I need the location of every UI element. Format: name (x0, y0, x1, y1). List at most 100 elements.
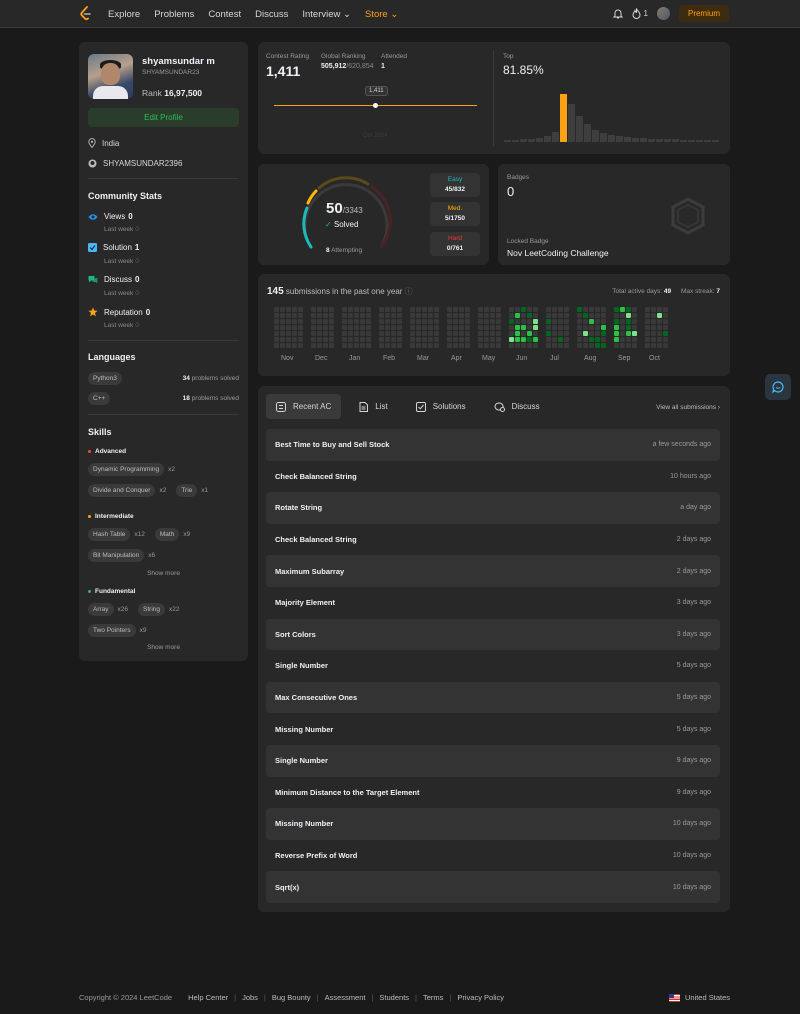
heatmap-cell[interactable] (292, 343, 297, 348)
heatmap-cell[interactable] (496, 319, 501, 324)
skill-tag[interactable]: Divide and Conquer (88, 484, 156, 497)
heatmap-cell[interactable] (274, 307, 279, 312)
heatmap-cell[interactable] (496, 325, 501, 330)
heatmap-cell[interactable] (447, 331, 452, 336)
heatmap-cell[interactable] (298, 319, 303, 324)
list-item[interactable]: Sort Colors 3 days ago (266, 618, 720, 651)
heatmap-cell[interactable] (626, 331, 631, 336)
heatmap-cell[interactable] (329, 337, 334, 342)
heatmap-cell[interactable] (379, 331, 384, 336)
heatmap-cell[interactable] (509, 337, 514, 342)
heatmap-cell[interactable] (280, 313, 285, 318)
histogram-bar[interactable] (568, 104, 575, 142)
heatmap-cell[interactable] (354, 313, 359, 318)
heatmap-cell[interactable] (317, 319, 322, 324)
edit-profile-button[interactable]: Edit Profile (88, 108, 239, 127)
heatmap-cell[interactable] (583, 307, 588, 312)
heatmap-cell[interactable] (323, 319, 328, 324)
heatmap-cell[interactable] (317, 313, 322, 318)
tab-solutions[interactable]: Solutions (406, 394, 476, 419)
heatmap-cell[interactable] (274, 325, 279, 330)
heatmap-cell[interactable] (465, 343, 470, 348)
heatmap-cell[interactable] (614, 313, 619, 318)
heatmap-cell[interactable] (434, 307, 439, 312)
heatmap-cell[interactable] (434, 331, 439, 336)
heatmap-cell[interactable] (583, 337, 588, 342)
histogram-bar[interactable] (680, 140, 687, 142)
heatmap-cell[interactable] (379, 313, 384, 318)
heatmap-cell[interactable] (410, 325, 415, 330)
locked-badge-icon[interactable] (670, 197, 706, 235)
heatmap-cell[interactable] (410, 337, 415, 342)
heatmap-cell[interactable] (558, 337, 563, 342)
heatmap-cell[interactable] (453, 337, 458, 342)
heatmap-cell[interactable] (546, 337, 551, 342)
country-selector[interactable]: United States (668, 993, 730, 1002)
heatmap-cell[interactable] (416, 343, 421, 348)
heatmap-cell[interactable] (428, 337, 433, 342)
heatmap-cell[interactable] (546, 343, 551, 348)
histogram-bar[interactable] (504, 140, 511, 142)
heatmap-cell[interactable] (651, 313, 656, 318)
heatmap-cell[interactable] (509, 319, 514, 324)
heatmap-cell[interactable] (391, 313, 396, 318)
heatmap-cell[interactable] (632, 319, 637, 324)
heatmap-cell[interactable] (366, 343, 371, 348)
heatmap-cell[interactable] (447, 337, 452, 342)
heatmap-cell[interactable] (533, 325, 538, 330)
heatmap-cell[interactable] (360, 337, 365, 342)
problem-title[interactable]: Missing Number (275, 725, 333, 734)
heatmap-cell[interactable] (447, 313, 452, 318)
heatmap-cell[interactable] (564, 319, 569, 324)
heatmap-cell[interactable] (434, 319, 439, 324)
heatmap-cell[interactable] (428, 325, 433, 330)
heatmap-cell[interactable] (397, 319, 402, 324)
heatmap-cell[interactable] (329, 319, 334, 324)
heatmap-cell[interactable] (589, 337, 594, 342)
heatmap-cell[interactable] (620, 319, 625, 324)
heatmap-cell[interactable] (434, 325, 439, 330)
heatmap-cell[interactable] (459, 319, 464, 324)
heatmap-cell[interactable] (620, 337, 625, 342)
histogram-bar[interactable] (544, 136, 551, 142)
heatmap-cell[interactable] (274, 343, 279, 348)
problem-title[interactable]: Reverse Prefix of Word (275, 851, 357, 860)
heatmap-cell[interactable] (453, 325, 458, 330)
heatmap-cell[interactable] (546, 325, 551, 330)
heatmap-cell[interactable] (601, 331, 606, 336)
heatmap-cell[interactable] (663, 337, 668, 342)
histogram-bar[interactable] (640, 138, 647, 142)
heatmap-cell[interactable] (478, 325, 483, 330)
histogram-bar[interactable] (704, 140, 711, 142)
difficulty-hard[interactable]: Hard 0/761 (430, 232, 480, 256)
histogram-bar[interactable] (648, 139, 655, 142)
histogram-bar[interactable] (576, 116, 583, 142)
heatmap-cell[interactable] (286, 343, 291, 348)
list-item[interactable]: Check Balanced String 2 days ago (266, 524, 720, 556)
heatmap-cell[interactable] (428, 343, 433, 348)
heatmap-cell[interactable] (434, 343, 439, 348)
histogram-bar[interactable] (656, 139, 663, 142)
heatmap-cell[interactable] (323, 313, 328, 318)
problem-title[interactable]: Single Number (275, 756, 328, 765)
heatmap-cell[interactable] (583, 331, 588, 336)
heatmap-cell[interactable] (595, 343, 600, 348)
problem-title[interactable]: Sqrt(x) (275, 883, 299, 892)
heatmap-cell[interactable] (589, 325, 594, 330)
heatmap-cell[interactable] (626, 313, 631, 318)
heatmap-cell[interactable] (663, 331, 668, 336)
heatmap-cell[interactable] (558, 343, 563, 348)
problem-title[interactable]: Single Number (275, 661, 328, 670)
heatmap-cell[interactable] (311, 325, 316, 330)
heatmap-cell[interactable] (515, 325, 520, 330)
heatmap-cell[interactable] (323, 343, 328, 348)
bell-icon[interactable] (612, 8, 623, 19)
heatmap-cell[interactable] (323, 325, 328, 330)
heatmap-cell[interactable] (354, 343, 359, 348)
heatmap-cell[interactable] (589, 307, 594, 312)
heatmap-cell[interactable] (410, 343, 415, 348)
heatmap-cell[interactable] (595, 307, 600, 312)
heatmap-cell[interactable] (515, 331, 520, 336)
heatmap-cell[interactable] (490, 325, 495, 330)
heatmap-cell[interactable] (465, 325, 470, 330)
